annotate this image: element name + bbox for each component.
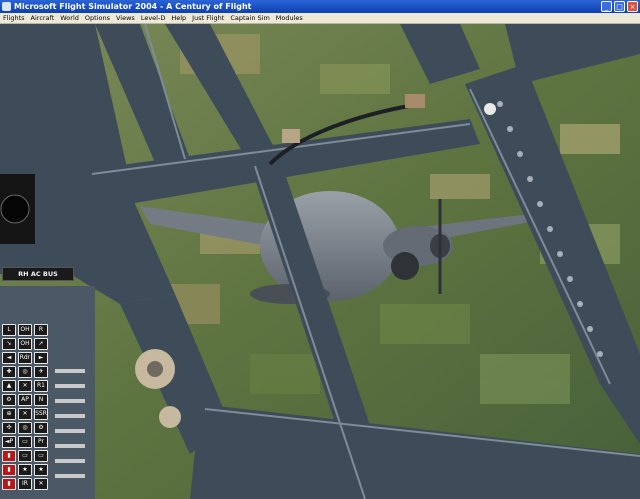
menu-captain-sim[interactable]: Captain Sim (227, 14, 272, 22)
panel-switch[interactable]: ▮ (2, 464, 16, 476)
switch-row: ✣ ◎ ⚙ (2, 422, 50, 434)
switch-row: ⊕ ✕ SSR (2, 408, 50, 420)
switch-row: ◄ Rdr ► (2, 352, 50, 364)
panel-switch[interactable]: ▭ (18, 450, 32, 462)
panel-switch[interactable]: Rdr (18, 352, 32, 364)
panel-switch[interactable]: ► (34, 352, 48, 364)
panel-switch[interactable]: ◄ (2, 352, 16, 364)
cockpit-scene (0, 24, 640, 499)
panel-switch[interactable]: ✕ (18, 380, 32, 392)
close-button[interactable]: × (627, 1, 638, 12)
panel-switch[interactable]: ★ (18, 464, 32, 476)
panel-switch[interactable]: ▭ (34, 450, 48, 462)
app-icon (2, 2, 11, 11)
menu-bar: Flights Aircraft World Options Views Lev… (0, 13, 640, 24)
window-controls: _ □ × (601, 1, 638, 12)
menu-modules[interactable]: Modules (273, 14, 306, 22)
switch-row: ▮ IR ✕ (2, 478, 50, 490)
panel-switch[interactable]: R (34, 324, 48, 336)
panel-switch[interactable]: N (34, 394, 48, 406)
panel-switch[interactable]: ➚ (34, 338, 48, 350)
panel-switch[interactable]: SSR (34, 408, 48, 420)
window-title: Microsoft Flight Simulator 2004 - A Cent… (14, 2, 252, 11)
menu-just-flight[interactable]: Just Flight (189, 14, 227, 22)
panel-switch[interactable]: ✚ (2, 366, 16, 378)
panel-switch[interactable]: Pr (34, 436, 48, 448)
switch-row: ⚙ AP N (2, 394, 50, 406)
switch-row: ✚ ◎ ✈ (2, 366, 50, 378)
panel-switch[interactable]: ◎ (18, 366, 32, 378)
panel-switch[interactable]: ◎ (18, 422, 32, 434)
panel-switch[interactable]: ▮ (2, 478, 16, 490)
menu-aircraft[interactable]: Aircraft (28, 14, 58, 22)
panel-switch[interactable]: ★ (34, 464, 48, 476)
panel-switch[interactable]: ✈ (34, 366, 48, 378)
switch-row: ➘ OH ➚ (2, 338, 50, 350)
menu-help[interactable]: Help (168, 14, 189, 22)
panel-switch[interactable]: ◄P (2, 436, 16, 448)
panel-switch[interactable]: ⊕ (2, 408, 16, 420)
menu-world[interactable]: World (57, 14, 82, 22)
panel-switch[interactable]: R1 (34, 380, 48, 392)
switch-row: ▮ ▭ ▭ (2, 450, 50, 462)
panel-switch[interactable]: IR (18, 478, 32, 490)
panel-switch[interactable]: ✕ (18, 408, 32, 420)
panel-switch[interactable]: L (2, 324, 16, 336)
panel-switch[interactable]: AP (18, 394, 32, 406)
app-window: Microsoft Flight Simulator 2004 - A Cent… (0, 0, 640, 499)
panel-switch[interactable]: OH (18, 338, 32, 350)
panel-switch[interactable]: ⚙ (2, 394, 16, 406)
switch-row: ▲ ✕ R1 (2, 380, 50, 392)
maximize-button[interactable]: □ (614, 1, 625, 12)
panel-switch-grid: L OH R ➘ OH ➚ ◄ Rdr ► ✚ ◎ ✈ ▲ ✕ R1 ⚙ AP … (2, 324, 50, 492)
menu-options[interactable]: Options (82, 14, 113, 22)
menu-flights[interactable]: Flights (0, 14, 28, 22)
panel-switch[interactable]: ⚙ (34, 422, 48, 434)
panel-switch[interactable]: ➘ (2, 338, 16, 350)
panel-switch[interactable]: ▭ (18, 436, 32, 448)
panel-switch[interactable]: ▮ (2, 450, 16, 462)
panel-switch[interactable]: OH (18, 324, 32, 336)
panel-switch[interactable]: ▲ (2, 380, 16, 392)
gauge-cluster (0, 174, 35, 244)
minimize-button[interactable]: _ (601, 1, 612, 12)
rh-ac-bus-label: RH AC BUS (2, 267, 74, 281)
menu-views[interactable]: Views (113, 14, 138, 22)
switch-row: ▮ ★ ★ (2, 464, 50, 476)
switch-row: L OH R (2, 324, 50, 336)
menu-level-d[interactable]: Level-D (138, 14, 169, 22)
panel-switch[interactable]: ✕ (34, 478, 48, 490)
panel-switch[interactable]: ✣ (2, 422, 16, 434)
title-bar[interactable]: Microsoft Flight Simulator 2004 - A Cent… (0, 0, 640, 13)
simulator-view[interactable]: RH AC BUS L OH R ➘ OH ➚ ◄ Rdr ► ✚ ◎ ✈ ▲ … (0, 24, 640, 499)
switch-row: ◄P ▭ Pr (2, 436, 50, 448)
